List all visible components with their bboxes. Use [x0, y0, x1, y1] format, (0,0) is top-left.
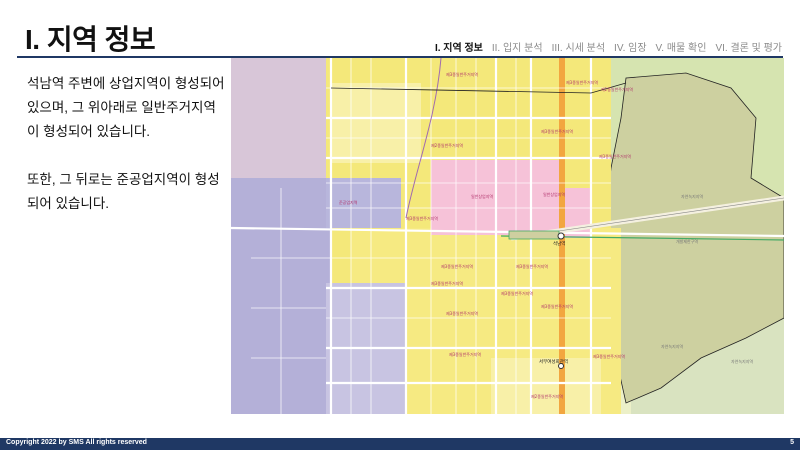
- zone-label: 제3종일반주거지역: [593, 353, 625, 359]
- zone-label: 제3종일반주거지역: [431, 280, 463, 286]
- nav-item-price-analysis[interactable]: III. 시세 분석: [552, 39, 605, 54]
- zone-label: 제3종일반주거지역: [446, 310, 478, 316]
- zoning-map: 제3종일반주거지역 제3종일반주거지역 제2종일반주거지역 제2종일반주거지역 …: [231, 58, 784, 414]
- description-paragraph-2: 또한, 그 뒤로는 준공업지역이 형성되어 있습니다.: [27, 172, 220, 211]
- copyright-text: Copyright 2022 by SMS All rights reserve…: [6, 439, 147, 446]
- zone-label: 제3종일반주거지역: [441, 263, 473, 269]
- zone-label: 자연녹지지역: [681, 193, 703, 199]
- zone-label: 제2종일반주거지역: [601, 86, 633, 92]
- zone-label: 제3종일반주거지역: [501, 290, 533, 296]
- nav-item-listing-check[interactable]: V. 매물 확인: [656, 39, 707, 54]
- zone-label: 제2종일반주거지역: [531, 393, 563, 399]
- section-nav: I. 지역 정보 II. 입지 분석 III. 시세 분석 IV. 임장 V. …: [435, 39, 782, 54]
- nav-item-conclusion[interactable]: VI. 결론 및 평가: [715, 39, 782, 54]
- zone-label: 일반상업지역: [543, 191, 565, 197]
- footer-bar: Copyright 2022 by SMS All rights reserve…: [0, 438, 800, 450]
- zone-label: 일반상업지역: [471, 193, 493, 199]
- nav-item-region-info[interactable]: I. 지역 정보: [435, 39, 483, 54]
- station-label: 석남역: [553, 240, 565, 247]
- description: 석남역 주변에 상업지역이 형성되어 있으며, 그 위아래로 일반주거지역이 형…: [27, 72, 227, 216]
- zone-label: 제2종일반주거지역: [431, 142, 463, 148]
- zone-label: 제3종일반주거지역: [541, 303, 573, 309]
- description-paragraph-1: 석남역 주변에 상업지역이 형성되어 있으며, 그 위아래로 일반주거지역이 형…: [27, 76, 225, 139]
- page-title: I. 지역 정보: [25, 24, 156, 55]
- zone-label: 자연녹지지역: [661, 343, 683, 349]
- zone-label: 준공업지역: [339, 199, 358, 205]
- zone-label: 개발제한구역: [676, 238, 698, 244]
- station-label: 서부여성회관역: [539, 358, 568, 365]
- nav-item-site-visit[interactable]: IV. 임장: [614, 39, 647, 54]
- nav-item-location-analysis[interactable]: II. 입지 분석: [492, 39, 543, 54]
- zone-label: 제3종일반주거지역: [516, 263, 548, 269]
- zone-label: 제3종일반주거지역: [406, 215, 438, 221]
- zone-label: 제3종일반주거지역: [449, 351, 481, 357]
- zone-label: 제3종일반주거지역: [566, 79, 598, 85]
- page-number: 5: [790, 439, 794, 446]
- zone-label: 제3종일반주거지역: [446, 71, 478, 77]
- zone-label: 제3종일반주거지역: [541, 128, 573, 134]
- zone-label: 제3종일반주거지역: [599, 153, 631, 159]
- zone-label: 자연녹지지역: [731, 358, 753, 364]
